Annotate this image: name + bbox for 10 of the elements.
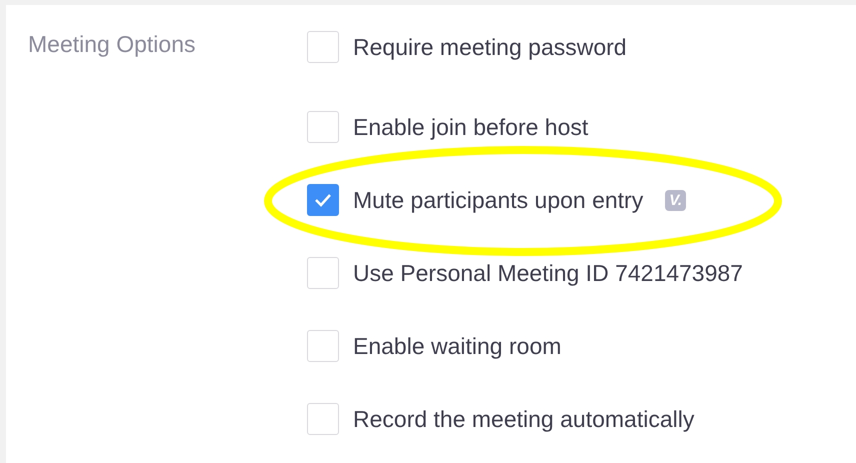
option-label: Require meeting password xyxy=(353,34,627,60)
section-label: Meeting Options xyxy=(28,30,196,58)
checkbox[interactable] xyxy=(307,184,339,216)
option-label: Enable waiting room xyxy=(353,332,562,360)
option-label: Enable join before host xyxy=(353,114,588,140)
version-badge: V. xyxy=(665,190,686,210)
option-label: Mute participants upon entry xyxy=(353,186,644,214)
checkmark-icon xyxy=(314,193,332,207)
option-label: Use Personal Meeting ID 7421473987 xyxy=(353,260,743,286)
option-label: Record the meeting automatically xyxy=(353,406,694,432)
